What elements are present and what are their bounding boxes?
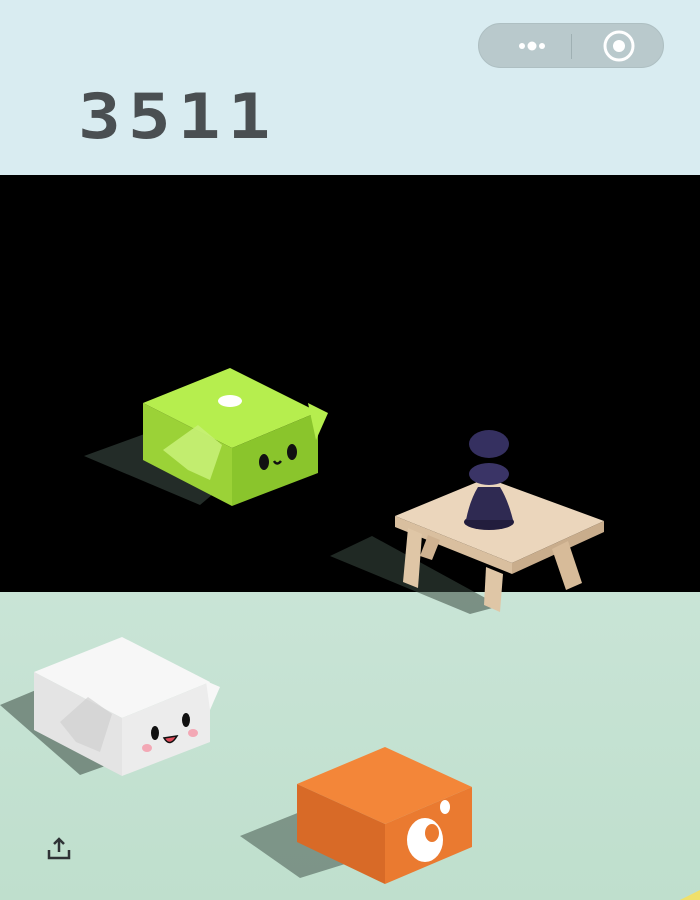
share-upload-icon <box>47 837 71 860</box>
capsule-divider <box>571 34 572 59</box>
more-dots-icon <box>519 41 545 50</box>
green-block-right-eye <box>287 444 297 460</box>
speaker-icon <box>407 818 443 862</box>
yellow-edge <box>680 890 700 900</box>
green-block-left-eye <box>259 454 269 470</box>
game-scene: 3511 <box>0 0 700 900</box>
mini-program-capsule <box>478 23 664 68</box>
score-display: 3511 <box>78 80 278 153</box>
target-circle-icon <box>603 30 635 61</box>
more-button[interactable] <box>497 24 567 67</box>
player-piece <box>464 430 514 530</box>
share-button[interactable] <box>44 834 74 864</box>
close-button[interactable] <box>589 24 649 67</box>
